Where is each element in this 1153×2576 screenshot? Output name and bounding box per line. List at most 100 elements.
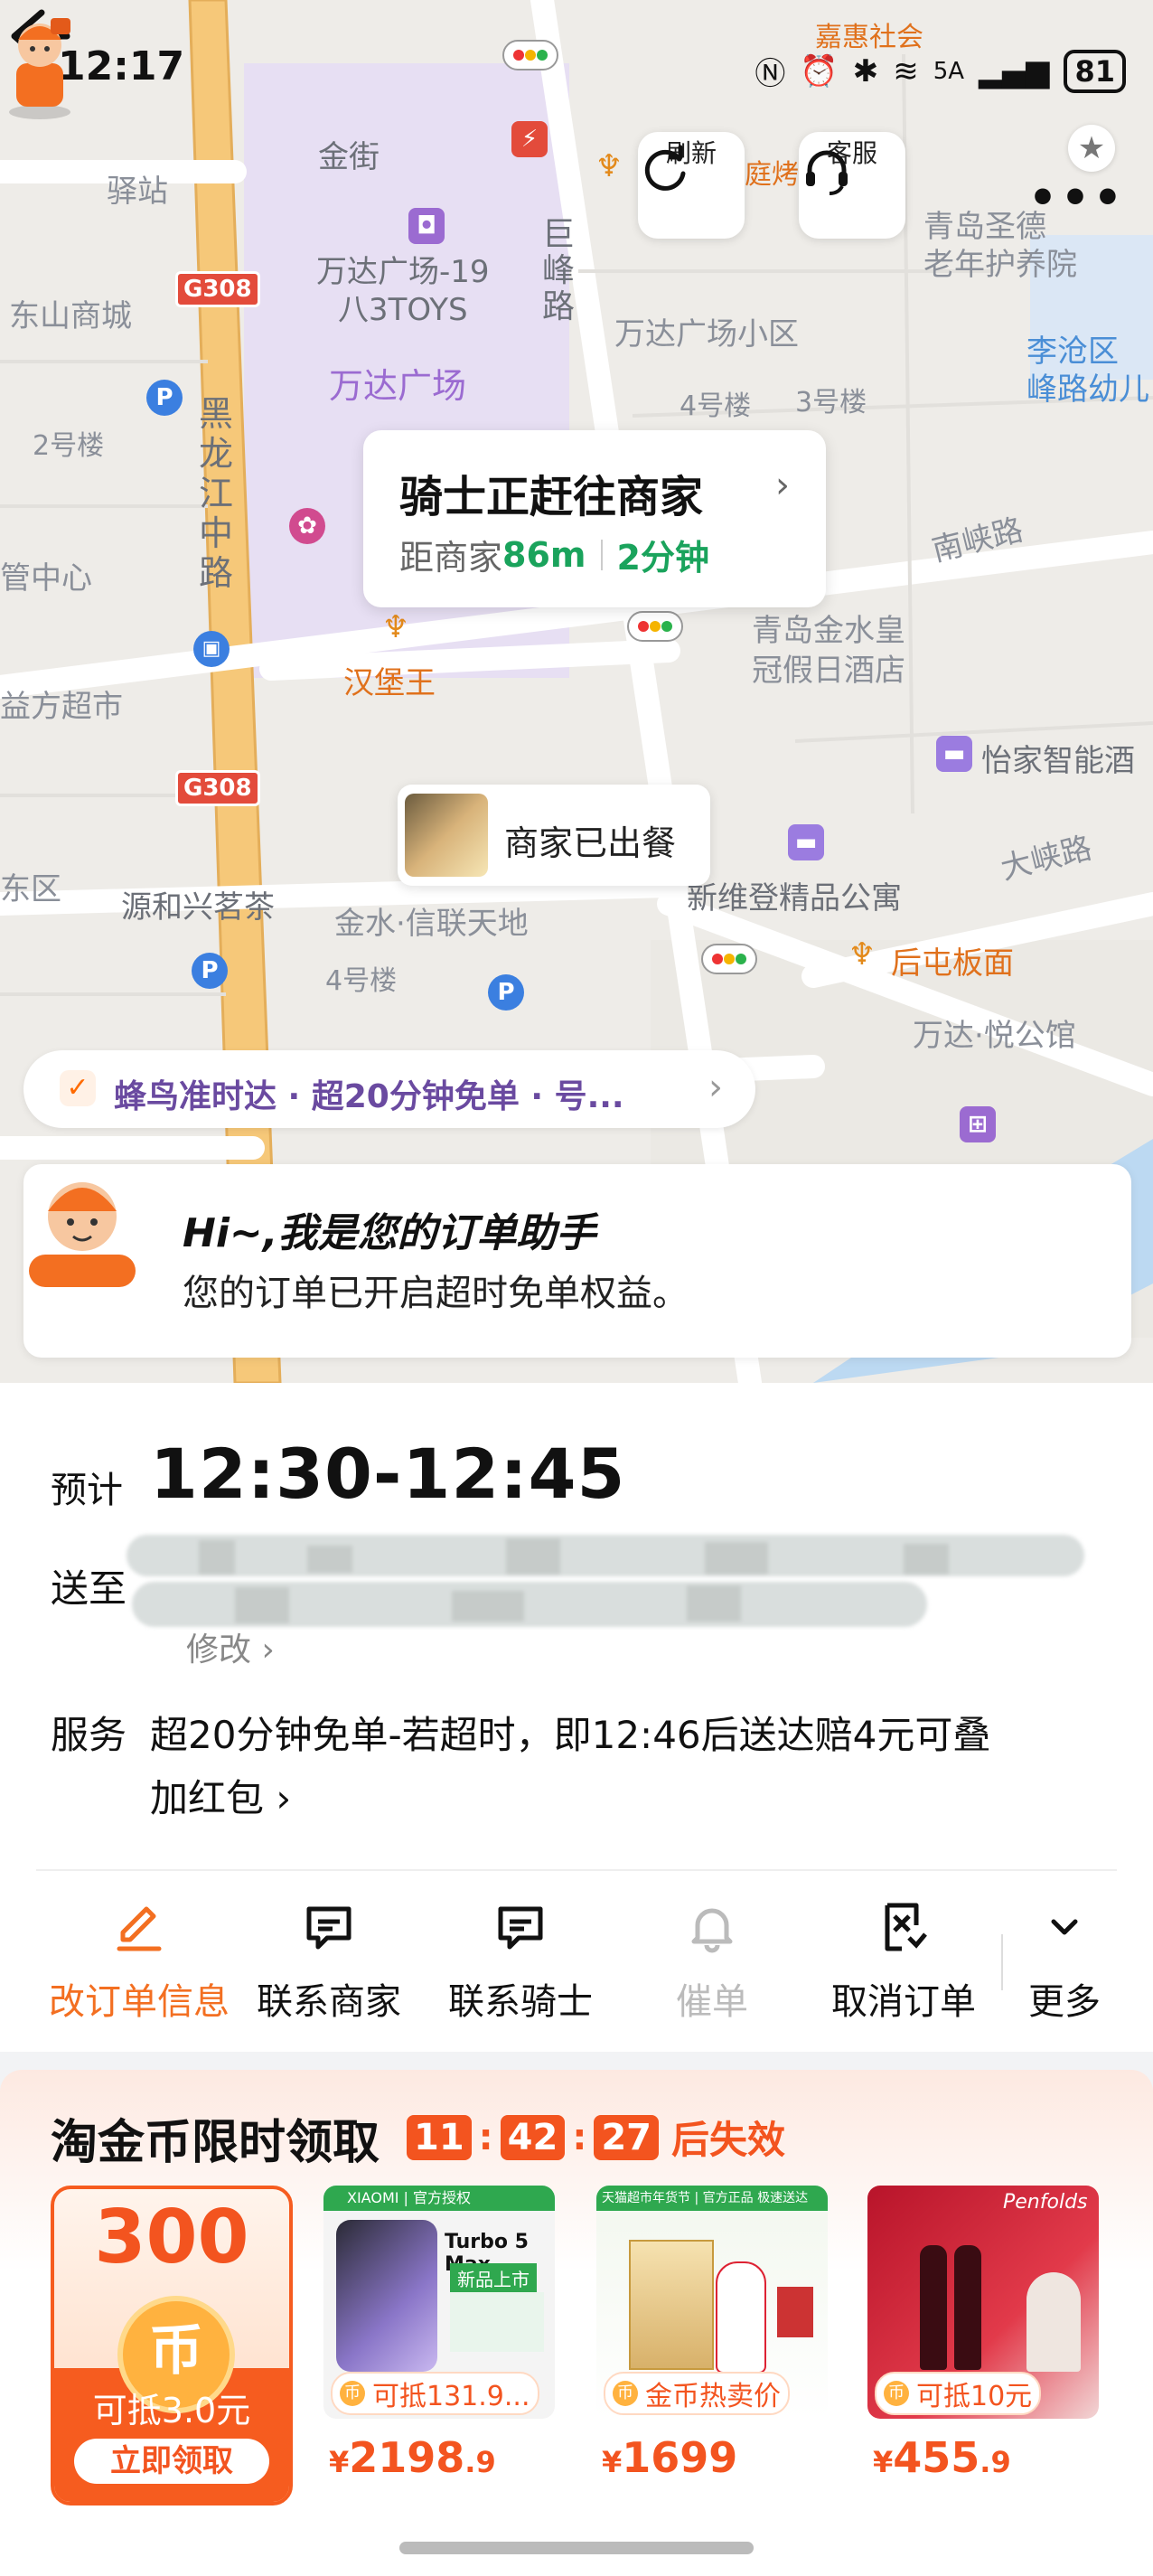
product-brand-bar: XIAOMI | 官方授权 [323, 2186, 555, 2211]
service-label: 服务 [51, 1713, 127, 1757]
traffic-light-icon [627, 611, 683, 642]
more-actions-button[interactable]: 更多 [974, 1898, 1153, 2025]
restaurant-icon: ♆ [381, 609, 410, 645]
modify-address-link[interactable]: 修改 › [186, 1623, 275, 1670]
price-dec: .9 [464, 2445, 496, 2479]
headset-icon [806, 150, 848, 195]
coin-promo-section: 淘金币限时领取 11 : 42 : 27 后失效 300 币 可抵3.0元 立即… [0, 2070, 1153, 2576]
map-label: 黑龙江中路 [199, 394, 234, 593]
product-card[interactable]: Penfolds 币可抵10元 ¥455.9 [867, 2186, 1099, 2482]
map-label: 万达广场 [329, 366, 467, 406]
address-label: 送至 [51, 1566, 127, 1611]
rider-distance: 距商家 86m 2分钟 [399, 530, 709, 579]
countdown-suffix: 后失效 [671, 2118, 786, 2162]
more-options-icon[interactable]: ••• [1028, 172, 1126, 224]
currency: ¥ [329, 2445, 350, 2479]
chevron-down-icon [1051, 1919, 1078, 1935]
order-assistant-card[interactable]: 订单助手 Hi~,我是您的订单助手 您的订单已开启超时免单权益。 [23, 1164, 1131, 1358]
alarm-icon: ⏰ [800, 52, 839, 89]
action-label: 取消订单 [831, 1981, 976, 2023]
price-int: 2198 [349, 2433, 465, 2482]
countdown-seconds: 27 [594, 2114, 660, 2160]
hotel-icon: ▬ [936, 736, 972, 772]
price-int: 1699 [622, 2433, 738, 2482]
action-label: 联系骑士 [448, 1981, 593, 2023]
map-view[interactable]: G308 G308 金街 万达广场 万达广场-19 八3TOYS 巨峰路 万达广… [0, 0, 1153, 1383]
tag-text: 可抵131.9... [372, 2381, 530, 2412]
product-image-liquor: 天猫超市年货节 | 官方正品 极速送达 币金币热卖价 [596, 2186, 828, 2419]
promo-title: 淘金币限时领取 [51, 2116, 380, 2170]
signal-bars-icon: ▂▄▆ [979, 52, 1050, 89]
map-label: 李沧区 峰路幼儿 [1026, 334, 1149, 408]
map-label: 巨峰路 [542, 216, 576, 325]
merchant-status-card[interactable]: 商家已出餐 [398, 785, 710, 886]
contact-rider-button[interactable]: 联系骑士 [430, 1898, 611, 2025]
map-label: 万达广场-19 八3TOYS [316, 254, 490, 328]
status-bar: 12:17 Ⓝ ⏰ ✱ ≋ 5A ▂▄▆ 81 [0, 0, 1153, 93]
map-label: 源和兴茗茶 [121, 889, 275, 926]
wine-bottle [920, 2245, 947, 2370]
service-detail-cont[interactable]: 加红包 › [150, 1768, 291, 1823]
eta-minutes: 2分钟 [616, 538, 709, 578]
action-label: 更多 [1028, 1981, 1101, 2023]
ontime-text: 蜂鸟准时达 · 超20分钟免单 · 号... [114, 1078, 624, 1115]
urge-order-button[interactable]: 催单 [622, 1898, 802, 2025]
order-actions-bar: 改订单信息 联系商家 联系骑士 催单 取消订单 更多 [0, 1898, 1153, 2043]
contact-merchant-button[interactable]: 联系商家 [239, 1898, 419, 2025]
home-indicator[interactable] [399, 2542, 754, 2554]
map-label: 新维登精品公寓 [687, 880, 902, 917]
parking-icon: P [192, 953, 228, 989]
product-image-wine: Penfolds 币可抵10元 [867, 2186, 1099, 2419]
map-label: 3号楼 [795, 387, 867, 418]
countdown-minutes: 42 [500, 2114, 566, 2160]
restaurant-icon: ♆ [595, 148, 623, 184]
liquor-bottle [716, 2261, 766, 2374]
map-label: 驿站 [107, 174, 168, 210]
product-card[interactable]: XIAOMI | 官方授权 Turbo 5 Max 新品上市 币可抵131.9.… [323, 2186, 555, 2482]
wifi-icon: ≋ [893, 52, 919, 89]
coin-icon: 币 [613, 2381, 638, 2406]
product-price: ¥1699 [596, 2433, 828, 2482]
edit-order-button[interactable]: 改订单信息 [49, 1898, 230, 2025]
bluetooth-icon: ✱ [852, 52, 879, 89]
product-image-phone: XIAOMI | 官方授权 Turbo 5 Max 新品上市 币可抵131.9.… [323, 2186, 555, 2419]
map-label: 2号楼 [33, 430, 105, 462]
battery-icon: 81 [1064, 49, 1126, 93]
coin-claim-card[interactable]: 300 币 可抵3.0元 立即领取 [51, 2186, 293, 2505]
divider [36, 1869, 1117, 1871]
traffic-light-icon [701, 944, 757, 974]
map-label: 益方超市 [0, 689, 123, 725]
map-label: 4号楼 [680, 390, 752, 422]
favorite-star-icon[interactable]: ★ [1068, 125, 1115, 172]
tag-text: 可抵10元 [916, 2381, 1033, 2412]
chat-icon [498, 1906, 543, 1950]
assistant-greeting: Hi~,我是您的订单助手 [183, 1210, 596, 1256]
bell-icon [691, 1908, 733, 1953]
action-label: 催单 [676, 1981, 748, 2023]
hotel-icon: ▬ [788, 824, 824, 860]
claim-now-button[interactable]: 立即领取 [74, 2439, 269, 2484]
refresh-icon [644, 145, 686, 191]
map-label: 汉堡王 [343, 665, 436, 701]
parking-icon: P [488, 974, 524, 1011]
cancel-order-button[interactable]: 取消订单 [813, 1898, 994, 2025]
countdown-colon: : [478, 2116, 493, 2158]
model-figure [1026, 2272, 1081, 2372]
currency: ¥ [873, 2445, 894, 2479]
road-tag-g308: G308 [175, 770, 260, 806]
refresh-button[interactable]: 刷新 [638, 132, 745, 239]
merchant-image [405, 794, 488, 877]
rider-status-card[interactable]: 骑士正赶往商家 › 距商家 86m 2分钟 [363, 430, 826, 607]
spec-list [450, 2292, 544, 2352]
wine-bottle [954, 2245, 981, 2370]
check-icon: ✓ [60, 1070, 96, 1106]
product-card[interactable]: 天猫超市年货节 | 官方正品 极速送达 币金币热卖价 ¥1699 [596, 2186, 828, 2482]
service-detail[interactable]: 超20分钟免单-若超时，即12:46后送达赔4元可叠 [150, 1705, 990, 1760]
liquor-gift [777, 2287, 813, 2337]
coin-deduct-text: 可抵3.0元 [92, 2391, 251, 2430]
distance-value: 86m [502, 534, 586, 575]
product-coin-tag: 币可抵10元 [875, 2372, 1042, 2415]
customer-service-button[interactable]: 客服 [799, 132, 905, 239]
shopping-icon: ◘ [408, 208, 445, 244]
ontime-guarantee-banner[interactable]: ✓ 蜂鸟准时达 · 超20分钟免单 · 号... › [23, 1050, 755, 1128]
